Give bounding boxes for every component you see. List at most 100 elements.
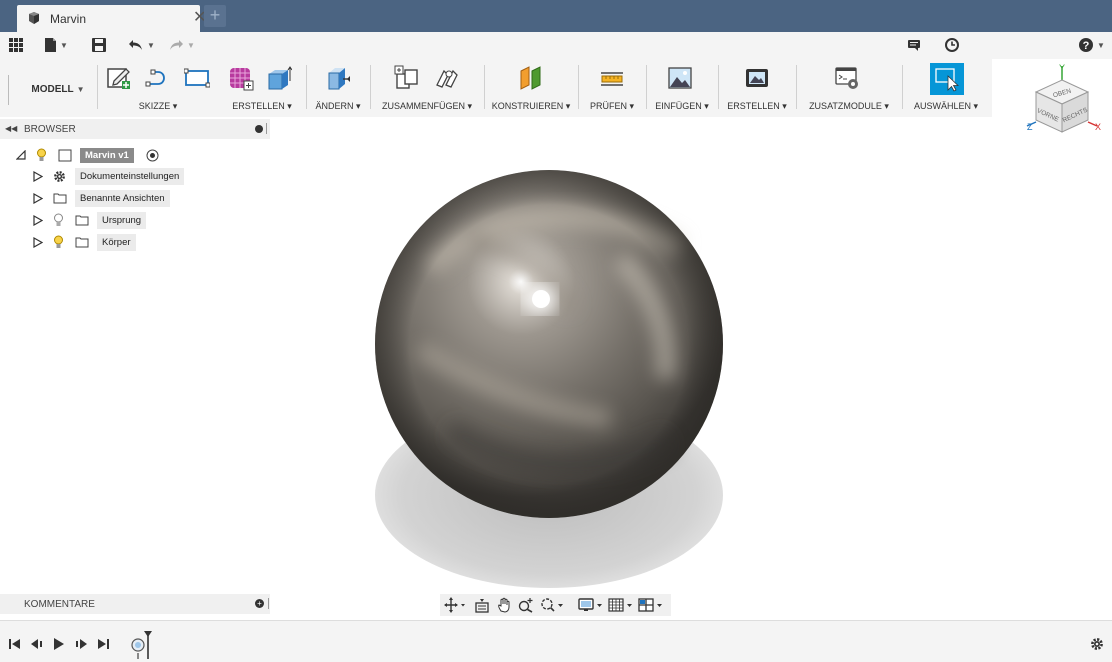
go-to-end-icon[interactable] xyxy=(96,638,110,650)
expand-triangle-icon[interactable] xyxy=(33,215,43,226)
collapse-triangle-icon[interactable] xyxy=(16,150,26,160)
activate-radio-icon[interactable] xyxy=(146,149,159,162)
group-addins: ZUSATZMODULE ▾ xyxy=(800,61,898,115)
extrude-icon[interactable] xyxy=(266,65,292,91)
ribbon-divider xyxy=(306,65,307,109)
visibility-bulb-icon[interactable] xyxy=(53,235,64,250)
notifications-icon[interactable] xyxy=(906,36,922,54)
orbit-icon[interactable] xyxy=(444,597,466,613)
offset-plane-icon[interactable] xyxy=(518,65,544,91)
select-button[interactable] xyxy=(930,63,964,95)
group-label[interactable]: ZUSAMMENFÜGEN ▾ xyxy=(374,101,480,112)
select-icon xyxy=(935,68,960,92)
group-modify: ÄNDERN ▾ xyxy=(310,61,366,115)
group-label[interactable]: ÄNDERN ▾ xyxy=(310,101,366,112)
navigation-bar xyxy=(440,594,671,616)
expand-triangle-icon[interactable] xyxy=(33,171,43,182)
new-tab-button[interactable]: + xyxy=(204,5,226,27)
group-label[interactable]: EINFÜGEN ▾ xyxy=(650,101,714,112)
group-label[interactable]: SKIZZE ▾ xyxy=(100,101,216,112)
ribbon-divider xyxy=(902,65,903,109)
zoom-icon[interactable] xyxy=(518,597,534,613)
group-label[interactable]: ERSTELLEN ▾ xyxy=(722,101,792,112)
grid-settings-icon[interactable] xyxy=(608,597,634,613)
expand-triangle-icon[interactable] xyxy=(33,193,43,204)
gear-icon[interactable] xyxy=(1090,637,1104,651)
go-to-start-icon[interactable] xyxy=(8,638,22,650)
document-tab-title: Marvin xyxy=(50,12,87,26)
workspace-label: MODELL xyxy=(31,83,74,95)
group-sketch: SKIZZE ▾ xyxy=(100,61,216,115)
insert-image-icon[interactable] xyxy=(667,65,693,91)
line-icon[interactable] xyxy=(144,65,170,91)
ribbon-divider xyxy=(370,65,371,109)
step-back-icon[interactable] xyxy=(30,638,44,650)
tree-item-label: Körper xyxy=(97,234,136,251)
viewports-icon[interactable] xyxy=(638,597,664,613)
timeline xyxy=(0,620,1112,662)
browser-header[interactable]: ◀◀ BROWSER xyxy=(0,119,270,139)
create-sketch-icon[interactable] xyxy=(106,65,132,91)
expand-triangle-icon[interactable] xyxy=(33,237,43,248)
3d-viewport[interactable] xyxy=(270,119,1112,619)
tree-item[interactable]: Benannte Ansichten xyxy=(33,190,203,207)
ribbon-divider xyxy=(484,65,485,109)
visibility-bulb-icon[interactable] xyxy=(36,148,47,163)
tree-item-label: Ursprung xyxy=(97,212,147,229)
step-forward-icon[interactable] xyxy=(74,638,88,650)
chevron-down-icon: ▼ xyxy=(187,40,195,50)
job-status-icon[interactable] xyxy=(944,36,960,54)
group-label[interactable]: PRÜFEN ▾ xyxy=(582,101,642,112)
app-grid-icon[interactable] xyxy=(8,36,24,54)
display-settings-icon[interactable] xyxy=(578,597,604,613)
panel-resize-handle[interactable] xyxy=(266,123,268,134)
visibility-bulb-off-icon[interactable] xyxy=(53,213,64,228)
new-component-icon[interactable] xyxy=(394,65,420,91)
fit-view-icon[interactable] xyxy=(540,597,564,613)
sphere-body[interactable] xyxy=(375,170,723,518)
timeline-marker-icon[interactable] xyxy=(130,629,156,661)
ribbon-divider xyxy=(796,65,797,109)
browser-options-icon[interactable] xyxy=(255,125,263,133)
browser-root[interactable]: Marvin v1 xyxy=(16,147,176,164)
form-icon[interactable] xyxy=(228,65,254,91)
help-button[interactable]: ? ▼ xyxy=(1078,36,1105,54)
collapse-panel-icon[interactable]: ◀◀ xyxy=(5,124,17,133)
group-construct: KONSTRUIEREN ▾ xyxy=(488,61,574,115)
play-icon[interactable] xyxy=(52,638,66,650)
document-tab[interactable]: Marvin ✕ xyxy=(17,5,206,32)
toolbar-ribbon: MODELL ▼ SKIZZE ▾ ERSTELLEN ▾ ÄNDERN ▾ Z… xyxy=(0,59,992,117)
chevron-down-icon: ▼ xyxy=(147,40,155,50)
press-pull-icon[interactable] xyxy=(325,65,351,91)
tree-item[interactable]: Dokumenteinstellungen xyxy=(33,168,203,185)
tree-item[interactable]: Körper xyxy=(33,234,203,251)
undo-button[interactable]: ▼ xyxy=(128,36,155,54)
tree-item[interactable]: Ursprung xyxy=(33,212,203,229)
group-label[interactable]: ERSTELLEN ▾ xyxy=(222,101,302,112)
comments-panel[interactable]: KOMMENTARE + xyxy=(0,594,270,614)
file-menu-button[interactable]: ▼ xyxy=(44,36,68,54)
rectangle-icon[interactable] xyxy=(184,65,210,91)
group-label[interactable]: ZUSATZMODULE ▾ xyxy=(800,101,898,112)
joint-icon[interactable] xyxy=(434,65,460,91)
ribbon-divider xyxy=(718,65,719,109)
look-at-icon[interactable] xyxy=(474,597,490,613)
ribbon-divider xyxy=(646,65,647,109)
group-insert: EINFÜGEN ▾ xyxy=(650,61,714,115)
add-comment-icon[interactable]: + xyxy=(255,599,264,608)
measure-icon[interactable] xyxy=(599,65,625,91)
scripts-addins-icon[interactable] xyxy=(834,65,860,91)
browser-title: BROWSER xyxy=(24,124,76,135)
group-create: ERSTELLEN ▾ xyxy=(222,61,302,115)
redo-button[interactable]: ▼ xyxy=(168,36,195,54)
group-label[interactable]: AUSWÄHLEN ▾ xyxy=(906,101,986,112)
save-icon[interactable] xyxy=(91,36,107,54)
pan-icon[interactable] xyxy=(496,597,512,613)
workspace-switcher[interactable]: MODELL ▼ xyxy=(24,69,92,109)
group-label[interactable]: KONSTRUIEREN ▾ xyxy=(488,101,574,112)
ribbon-divider xyxy=(578,65,579,109)
folder-icon xyxy=(53,193,67,204)
panel-resize-handle[interactable] xyxy=(268,598,270,609)
render-icon[interactable] xyxy=(744,65,770,91)
axis-y-label: Y xyxy=(1059,63,1065,73)
